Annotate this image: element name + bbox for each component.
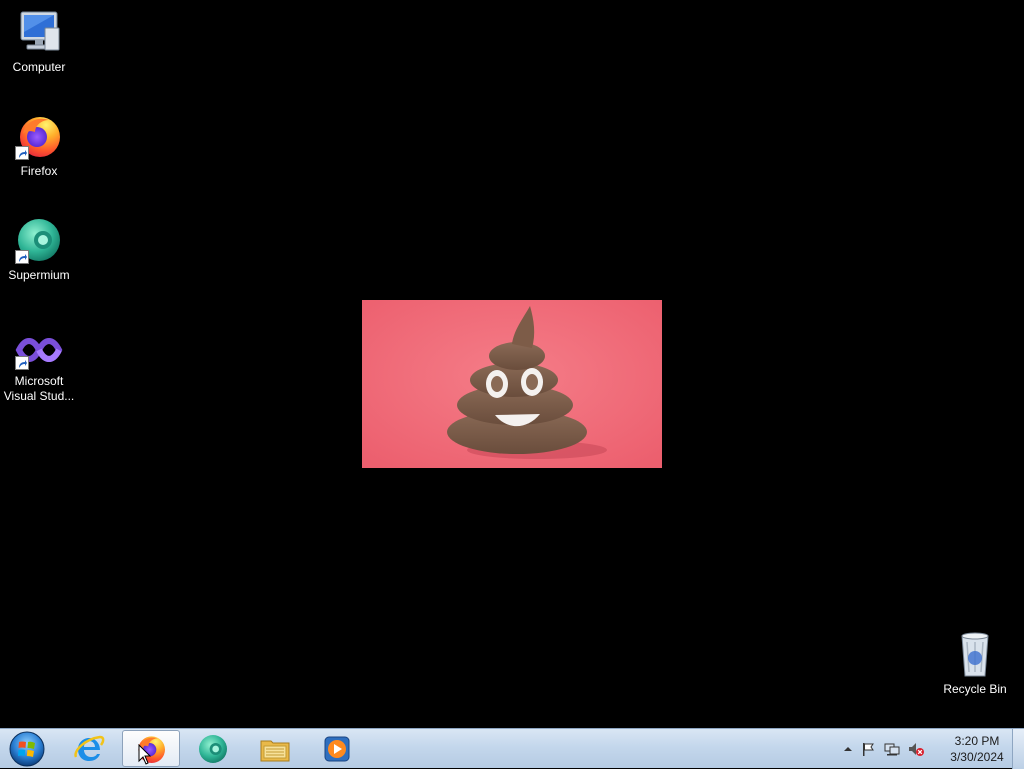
action-center-flag-icon[interactable] — [860, 741, 876, 757]
desktop-icon-visual-studio[interactable]: Microsoft Visual Stud... — [0, 330, 78, 404]
desktop-icon-label: Computer — [12, 60, 66, 74]
desktop-icon-label: Recycle Bin — [943, 682, 1007, 696]
taskbar-internet-explorer-button[interactable] — [60, 730, 118, 767]
mouse-cursor-icon — [138, 744, 152, 765]
shortcut-arrow-icon — [15, 146, 29, 160]
show-desktop-button[interactable] — [1012, 729, 1024, 769]
recycle-bin-icon — [951, 630, 999, 678]
visual-studio-icon — [15, 330, 63, 370]
media-player-icon — [324, 736, 350, 761]
show-hidden-icons-icon[interactable] — [840, 741, 856, 757]
desktop-icon-label: Microsoft Visual Stud... — [3, 374, 75, 403]
start-button[interactable] — [4, 730, 50, 767]
taskbar-media-player-button[interactable] — [308, 730, 366, 767]
wallpaper-image — [362, 300, 662, 468]
clock[interactable]: 3:20 PM 3/30/2024 — [945, 733, 1009, 765]
desktop: Computer Firefox Supermium Microsoft Vis… — [0, 0, 1024, 728]
supermium-icon — [15, 216, 63, 264]
taskbar-file-explorer-button[interactable] — [246, 730, 304, 767]
taskbar: 3:20 PM 3/30/2024 — [0, 728, 1024, 769]
shortcut-arrow-icon — [15, 356, 29, 370]
desktop-icon-label: Firefox — [20, 164, 58, 178]
taskbar-supermium-button[interactable] — [184, 730, 242, 767]
clock-date: 3/30/2024 — [950, 750, 1004, 764]
volume-muted-icon[interactable] — [908, 741, 924, 757]
internet-explorer-icon — [74, 735, 105, 761]
computer-icon — [15, 8, 63, 56]
desktop-icon-recycle-bin[interactable]: Recycle Bin — [936, 630, 1014, 697]
system-tray: 3:20 PM 3/30/2024 — [834, 729, 1024, 769]
folder-icon — [260, 740, 290, 761]
desktop-icon-firefox[interactable]: Firefox — [0, 112, 78, 179]
poop-emoji-figure — [362, 300, 662, 468]
supermium-icon — [199, 734, 227, 763]
desktop-icon-computer[interactable]: Computer — [0, 8, 78, 75]
desktop-icon-label: Supermium — [8, 268, 70, 282]
clock-time: 3:20 PM — [954, 734, 1000, 748]
firefox-icon — [15, 112, 63, 160]
desktop-icon-supermium[interactable]: Supermium — [0, 216, 78, 283]
shortcut-arrow-icon — [15, 250, 29, 264]
windows-start-icon — [9, 731, 45, 766]
network-icon[interactable] — [884, 741, 900, 757]
